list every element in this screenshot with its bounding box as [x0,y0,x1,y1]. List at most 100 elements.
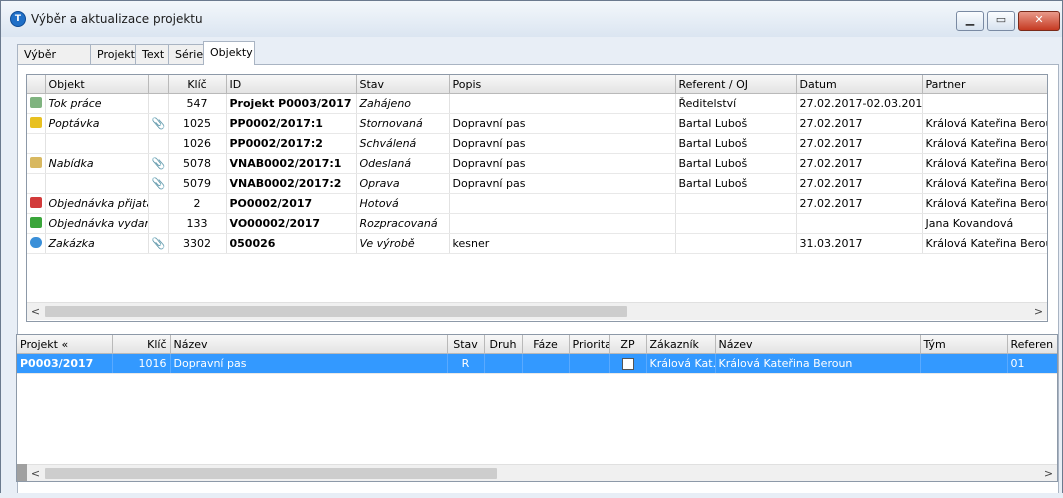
cell-stav: Rozpracovaná [356,213,450,234]
scroll-right-icon[interactable]: > [1040,465,1057,481]
offer-icon [27,153,46,174]
cell-objekt: Zakázka [45,233,149,254]
cell-objekt [45,133,149,154]
close-button[interactable]: ✕ [1018,11,1060,31]
scrollbar-thumb[interactable] [45,468,497,479]
table-row-selected[interactable]: P0003/2017 1016 Dopravní pas R Králová K… [17,353,1057,374]
maximize-button[interactable]: ▭ [987,11,1015,31]
column-header-popis[interactable]: Popis [449,75,676,94]
table-row[interactable]: Objednávka přijatá 2 PO0002/2017 Hotová … [27,193,1047,214]
objects-table: Objekt Klíč ID Stav Popis Referent / OJ … [27,75,1047,254]
column-header-faze[interactable]: Fáze [522,335,570,354]
cell-projekt: P0003/2017 [17,353,113,374]
cell-klic: 1016 [112,353,171,374]
scroll-right-icon[interactable]: > [1030,303,1047,320]
cell-objekt: Tok práce [45,93,149,114]
cell-popis: Dopravní pas [449,153,676,174]
cell-druh [484,353,523,374]
column-header-priorita[interactable]: Priorita [569,335,610,354]
cell-id: PP0002/2017:2 [226,133,357,154]
table-row[interactable]: Objednávka vydaná 133 VO00002/2017 Rozpr… [27,213,1047,234]
cell-referent [675,213,797,234]
cell-popis: kesner [449,233,676,254]
column-header-referent[interactable]: Referent / OJ [675,75,797,94]
minimize-button[interactable]: ▁ [956,11,984,31]
column-header-zakaznik[interactable]: Zákazník [646,335,716,354]
column-header-nazev-zakaznika[interactable]: Název [715,335,921,354]
column-header-klic[interactable]: Klíč [112,335,171,354]
column-header-druh[interactable]: Druh [484,335,523,354]
cell-klic: 547 [168,93,227,114]
column-header-tym[interactable]: Tým [920,335,1008,354]
projects-header-row: Projekt « Klíč Název Stav Druh Fáze Prio… [17,335,1057,354]
tab-vyber[interactable]: Výběr (1/24) [17,44,91,80]
column-header-klic[interactable]: Klíč [168,75,227,94]
column-header-projekt[interactable]: Projekt « [17,335,113,354]
column-header-datum[interactable]: Datum [796,75,923,94]
table-row[interactable]: Zakázka 📎 3302 050026 Ve výrobě kesner 3… [27,233,1047,254]
cell-id: VNAB0002/2017:1 [226,153,357,174]
main-window: T Výběr a aktualizace projektu ▁ ▭ ✕ Výb… [0,0,1063,494]
cell-klic: 5078 [168,153,227,174]
cell-referent: Bartal Luboš [675,173,797,194]
cell-id: VNAB0002/2017:2 [226,173,357,194]
cell-objekt: Objednávka přijatá [45,193,149,214]
cell-stav: Hotová [356,193,450,214]
cell-stav: Odeslaná [356,153,450,174]
cell-id: PP0002/2017:1 [226,113,357,134]
cell-partner: Králová Kateřina Beroun [922,133,1047,154]
cell-zp [609,353,647,374]
tab-panel-objekty: Objekt Klíč ID Stav Popis Referent / OJ … [16,64,1059,494]
table-row[interactable]: 📎 5079 VNAB0002/2017:2 Oprava Dopravní p… [27,173,1047,194]
row-indicator [17,464,27,481]
received-order-icon [27,193,46,214]
row-icon-empty [27,173,46,194]
tab-serie[interactable]: Série [168,44,206,64]
attachment-icon [148,193,169,214]
scrollbar-thumb[interactable] [45,306,627,317]
cell-priorita [569,353,610,374]
cell-partner [922,93,1047,114]
inquiry-icon [27,113,46,134]
cell-partner: Králová Kateřina Beroun [922,173,1047,194]
column-header-stav[interactable]: Stav [447,335,485,354]
cell-partner: Králová Kateřina Beroun [922,233,1047,254]
column-header-icon[interactable] [27,75,46,94]
column-header-id[interactable]: ID [226,75,357,94]
cell-stav: Ve výrobě [356,233,450,254]
cell-nazev-zakaznika: Králová Kateřina Beroun [715,353,921,374]
zp-checkbox[interactable] [621,358,634,370]
column-header-objekt[interactable]: Objekt [45,75,149,94]
table-row[interactable]: Tok práce 547 Projekt P0003/2017 Zahájen… [27,93,1047,114]
cell-klic: 1026 [168,133,227,154]
column-header-partner[interactable]: Partner [922,75,1047,94]
table-row[interactable]: Nabídka 📎 5078 VNAB0002/2017:1 Odeslaná … [27,153,1047,174]
column-header-attachment[interactable] [148,75,169,94]
column-header-referent[interactable]: Referen [1007,335,1057,354]
table-row[interactable]: Poptávka 📎 1025 PP0002/2017:1 Stornovaná… [27,113,1047,134]
objects-horizontal-scrollbar[interactable]: < > [27,302,1047,320]
column-header-nazev[interactable]: Název [170,335,448,354]
table-row[interactable]: 1026 PP0002/2017:2 Schválená Dopravní pa… [27,133,1047,154]
cell-stav: Zahájeno [356,93,450,114]
scroll-left-icon[interactable]: < [27,465,44,481]
column-header-zp[interactable]: ZP [609,335,647,354]
cell-faze [522,353,570,374]
tab-objekty[interactable]: Objekty [203,41,255,65]
attachment-icon [148,93,169,114]
tab-text[interactable]: Text [135,44,169,64]
attachment-icon: 📎 [148,173,169,194]
cell-popis: Dopravní pas [449,173,676,194]
projects-grid: Projekt « Klíč Název Stav Druh Fáze Prio… [16,334,1058,482]
projects-horizontal-scrollbar[interactable]: < > [27,464,1057,481]
projects-table: Projekt « Klíč Název Stav Druh Fáze Prio… [17,335,1057,374]
cell-partner: Králová Kateřina Beroun [922,113,1047,134]
cell-datum: 27.02.2017 [796,153,923,174]
column-header-stav[interactable]: Stav [356,75,450,94]
job-icon [27,233,46,254]
scroll-left-icon[interactable]: < [27,303,44,320]
title-bar[interactable]: T Výběr a aktualizace projektu ▁ ▭ ✕ [1,1,1062,37]
tab-projekt[interactable]: Projekt [90,44,140,64]
attachment-icon: 📎 [148,153,169,174]
cell-klic: 3302 [168,233,227,254]
